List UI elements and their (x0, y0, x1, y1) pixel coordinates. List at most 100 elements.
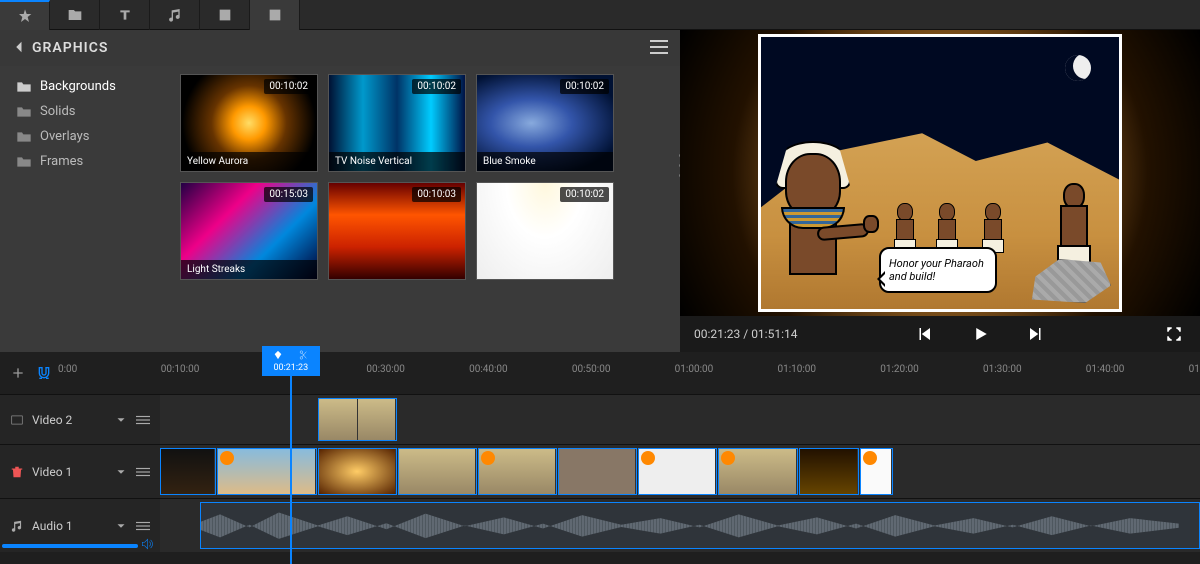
track-body-video2[interactable] (160, 395, 1200, 444)
playhead[interactable]: 00:21:23 (290, 352, 292, 564)
folder-list: BackgroundsSolidsOverlaysFrames (0, 66, 168, 352)
video-clip[interactable] (638, 448, 717, 495)
folder-frames[interactable]: Frames (12, 149, 156, 174)
thumb-duration: 00:10:02 (560, 79, 609, 94)
graphics-thumb[interactable]: 00:15:03 Light Streaks (180, 182, 318, 280)
video-clip[interactable] (860, 448, 893, 495)
thumb-duration: 00:10:02 (560, 187, 609, 202)
ruler-tick: 0:00 (58, 364, 77, 375)
trash-icon[interactable] (10, 465, 24, 479)
playhead-time: 00:21:23 (266, 363, 316, 373)
thumb-duration: 00:10:02 (412, 79, 461, 94)
menu-icon[interactable] (136, 465, 150, 479)
fullscreen-button[interactable] (1162, 322, 1186, 346)
track-video1: Video 1 (0, 444, 1200, 498)
track-label: Video 1 (32, 465, 106, 479)
playhead-flag[interactable]: 00:21:23 (262, 346, 320, 376)
ruler-tick: 01:10:00 (777, 364, 816, 375)
speaker-icon[interactable] (140, 537, 154, 554)
menu-icon[interactable] (136, 519, 150, 533)
track-video2: Video 2 (0, 394, 1200, 444)
ruler-tick: 01:20:00 (880, 364, 919, 375)
preview-scene: Honor your Pharaoh and build! (758, 34, 1122, 312)
tracks: Video 2 Video 1 Audio 1 (0, 394, 1200, 564)
tab-star[interactable] (0, 0, 50, 30)
ruler-tick: 01:00:00 (675, 364, 714, 375)
video-clip[interactable] (799, 448, 859, 495)
graphics-panel: GRAPHICS BackgroundsSolidsOverlaysFrames… (0, 30, 680, 352)
graphics-thumb[interactable]: 00:10:02 Blue Smoke (476, 74, 614, 172)
marker-icon[interactable] (273, 350, 283, 360)
track-body-audio1[interactable] (160, 499, 1200, 552)
tab-music[interactable] (150, 0, 200, 30)
volume-slider[interactable] (2, 544, 138, 548)
next-frame-button[interactable] (1024, 322, 1048, 346)
clip-marker-icon (863, 451, 877, 465)
ruler-tick: 00:50:00 (572, 364, 611, 375)
graphics-thumb[interactable]: 00:10:02Yellow Aurora (180, 74, 318, 172)
tab-graphics[interactable] (250, 0, 300, 30)
folder-solids[interactable]: Solids (12, 99, 156, 124)
graphics-thumb[interactable]: 00:10:03 (328, 182, 466, 280)
timeline-ruler[interactable]: 00:21:23 0:0000:10:0000:20:0000:30:0000:… (58, 352, 1200, 394)
chevron-down-icon[interactable] (114, 465, 128, 479)
thumb-duration: 00:10:02 (264, 79, 313, 94)
thumb-name: TV Noise Vertical (329, 152, 465, 171)
thumb-duration: 00:10:03 (412, 187, 461, 202)
thumbnail-grid: 00:10:02Yellow Aurora00:10:02TV Noise Ve… (168, 66, 680, 352)
play-button[interactable] (968, 322, 992, 346)
moon-shape (1065, 55, 1091, 81)
preview-controls: 00:21:23 / 01:51:14 (680, 316, 1200, 352)
cut-icon[interactable] (298, 350, 308, 360)
top-tabs (0, 0, 1200, 30)
folder-backgrounds[interactable]: Backgrounds (12, 74, 156, 99)
timeline: 00:21:23 0:0000:10:0000:20:0000:30:0000:… (0, 352, 1200, 564)
snap-icon[interactable] (36, 365, 52, 381)
video-clip[interactable] (718, 448, 797, 495)
thumb-name: Blue Smoke (477, 152, 613, 171)
video-clip[interactable] (478, 448, 557, 495)
add-track-icon[interactable] (10, 365, 26, 381)
speech-bubble: Honor your Pharaoh and build! (879, 247, 997, 293)
ruler-tick: 00:10:00 (161, 364, 200, 375)
video-clip[interactable] (398, 448, 477, 495)
ruler-tick: 01:30:00 (983, 364, 1022, 375)
track-audio1: Audio 1 (0, 498, 1200, 552)
video-clip[interactable] (217, 448, 317, 495)
back-icon[interactable] (12, 39, 24, 58)
tab-folder-plus[interactable] (50, 0, 100, 30)
ruler-tick: 01:50 (1189, 364, 1200, 375)
video-clip[interactable] (558, 448, 637, 495)
ruler-tick: 00:30:00 (366, 364, 405, 375)
preview-timecode: 00:21:23 / 01:51:14 (694, 327, 797, 341)
video-clip[interactable] (160, 448, 216, 495)
list-view-icon[interactable] (650, 39, 668, 58)
timeline-tools (0, 352, 58, 394)
pharaoh-figure (767, 141, 867, 301)
tab-image-edit[interactable] (200, 0, 250, 30)
chevron-down-icon[interactable] (114, 413, 128, 427)
track-body-video1[interactable] (160, 445, 1200, 498)
audio-clip[interactable] (200, 502, 1200, 549)
waveform (201, 507, 1179, 544)
ruler-tick: 01:40:00 (1086, 364, 1125, 375)
thumb-duration: 00:15:03 (264, 187, 313, 202)
preview-canvas: Honor your Pharaoh and build! (680, 30, 1200, 316)
chevron-down-icon[interactable] (114, 519, 128, 533)
graphics-thumb[interactable]: 00:10:02 TV Noise Vertical (328, 74, 466, 172)
video-clip[interactable] (318, 398, 397, 441)
video-clip[interactable] (318, 448, 397, 495)
film-icon (10, 413, 24, 427)
menu-icon[interactable] (136, 413, 150, 427)
track-label: Video 2 (32, 413, 106, 427)
track-label: Audio 1 (32, 519, 106, 533)
tab-text[interactable] (100, 0, 150, 30)
music-icon (10, 519, 24, 533)
prev-frame-button[interactable] (912, 322, 936, 346)
preview-panel: Honor your Pharaoh and build! 00:21:23 /… (680, 30, 1200, 352)
folder-overlays[interactable]: Overlays (12, 124, 156, 149)
graphics-thumb[interactable]: 00:10:02 (476, 182, 614, 280)
thumb-name: Light Streaks (181, 260, 317, 279)
ruler-tick: 00:40:00 (469, 364, 508, 375)
panel-title: GRAPHICS (32, 40, 108, 56)
